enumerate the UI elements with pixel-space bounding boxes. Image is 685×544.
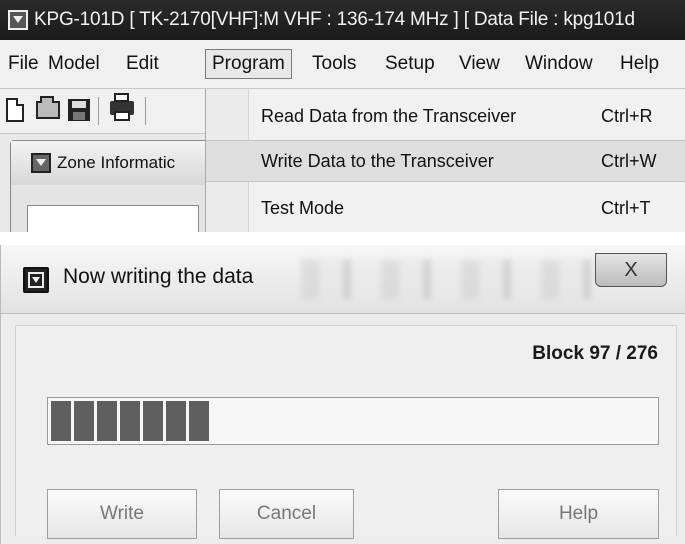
program-menu-dropdown: Read Data from the Transceiver Ctrl+R Wr… — [205, 89, 685, 232]
menu-window[interactable]: Window — [519, 50, 599, 78]
zone-list-field[interactable] — [27, 205, 199, 232]
menu-item-read-data[interactable]: Read Data from the Transceiver Ctrl+R — [206, 95, 685, 137]
toolbar — [0, 89, 210, 134]
zone-information-label: Zone Informatic — [57, 153, 176, 172]
menu-file[interactable]: File — [2, 50, 45, 78]
progress-segment — [120, 401, 140, 441]
menu-item-shortcut: Ctrl+T — [601, 198, 651, 218]
print-icon[interactable] — [110, 93, 134, 121]
menu-item-shortcut: Ctrl+W — [601, 151, 657, 171]
dialog-title: Now writing the data — [63, 265, 254, 288]
progress-segment — [143, 401, 163, 441]
write-button[interactable]: Write — [47, 489, 197, 539]
block-progress-text: Block 97 / 276 — [532, 343, 658, 364]
menu-tools[interactable]: Tools — [306, 50, 362, 78]
menu-help[interactable]: Help — [614, 50, 665, 78]
app-icon — [8, 10, 28, 30]
close-icon: X — [624, 259, 638, 281]
progress-segment — [97, 401, 117, 441]
menu-edit[interactable]: Edit — [120, 50, 165, 78]
cancel-button[interactable]: Cancel — [219, 489, 354, 539]
progress-segment — [51, 401, 71, 441]
toolbar-separator — [98, 97, 99, 125]
toolbar-separator — [145, 97, 146, 125]
new-file-icon[interactable] — [6, 98, 24, 122]
zone-information-tab[interactable]: Zone Informatic — [11, 141, 207, 185]
zone-information-panel: Zone Informatic — [10, 140, 208, 232]
app-titlebar: KPG-101D [ TK-2170[VHF]:M VHF : 136-174 … — [0, 0, 685, 40]
dialog-titlebar[interactable]: Now writing the data X — [1, 245, 685, 314]
menu-item-label: Read Data from the Transceiver — [261, 106, 517, 126]
dialog-window-icon — [23, 267, 49, 293]
help-button[interactable]: Help — [498, 489, 659, 539]
menu-item-test-mode[interactable]: Test Mode Ctrl+T — [206, 187, 685, 229]
zone-window-icon — [31, 153, 51, 173]
write-progress-bar — [47, 397, 659, 445]
menu-item-shortcut: Ctrl+R — [601, 106, 653, 126]
menu-model[interactable]: Model — [42, 50, 106, 78]
app-title: KPG-101D [ TK-2170[VHF]:M VHF : 136-174 … — [34, 9, 635, 30]
menu-view[interactable]: View — [453, 50, 506, 78]
menu-bar: File Model Edit Program Tools Setup View… — [0, 40, 685, 89]
progress-segment — [166, 401, 186, 441]
menu-item-write-data[interactable]: Write Data to the Transceiver Ctrl+W — [206, 140, 685, 182]
menu-program[interactable]: Program — [205, 49, 292, 79]
menu-item-label: Test Mode — [261, 198, 345, 218]
menu-setup[interactable]: Setup — [379, 50, 441, 78]
open-folder-icon[interactable] — [36, 96, 60, 119]
main-window-crop: KPG-101D [ TK-2170[VHF]:M VHF : 136-174 … — [0, 0, 685, 232]
writing-data-dialog: Now writing the data X Block 97 / 276 Wr… — [0, 245, 685, 544]
close-button[interactable]: X — [595, 253, 667, 287]
background-blur — [301, 259, 601, 299]
progress-segment — [189, 401, 209, 441]
save-icon[interactable] — [68, 99, 90, 121]
menu-item-label: Write Data to the Transceiver — [261, 151, 494, 171]
progress-segment — [74, 401, 94, 441]
